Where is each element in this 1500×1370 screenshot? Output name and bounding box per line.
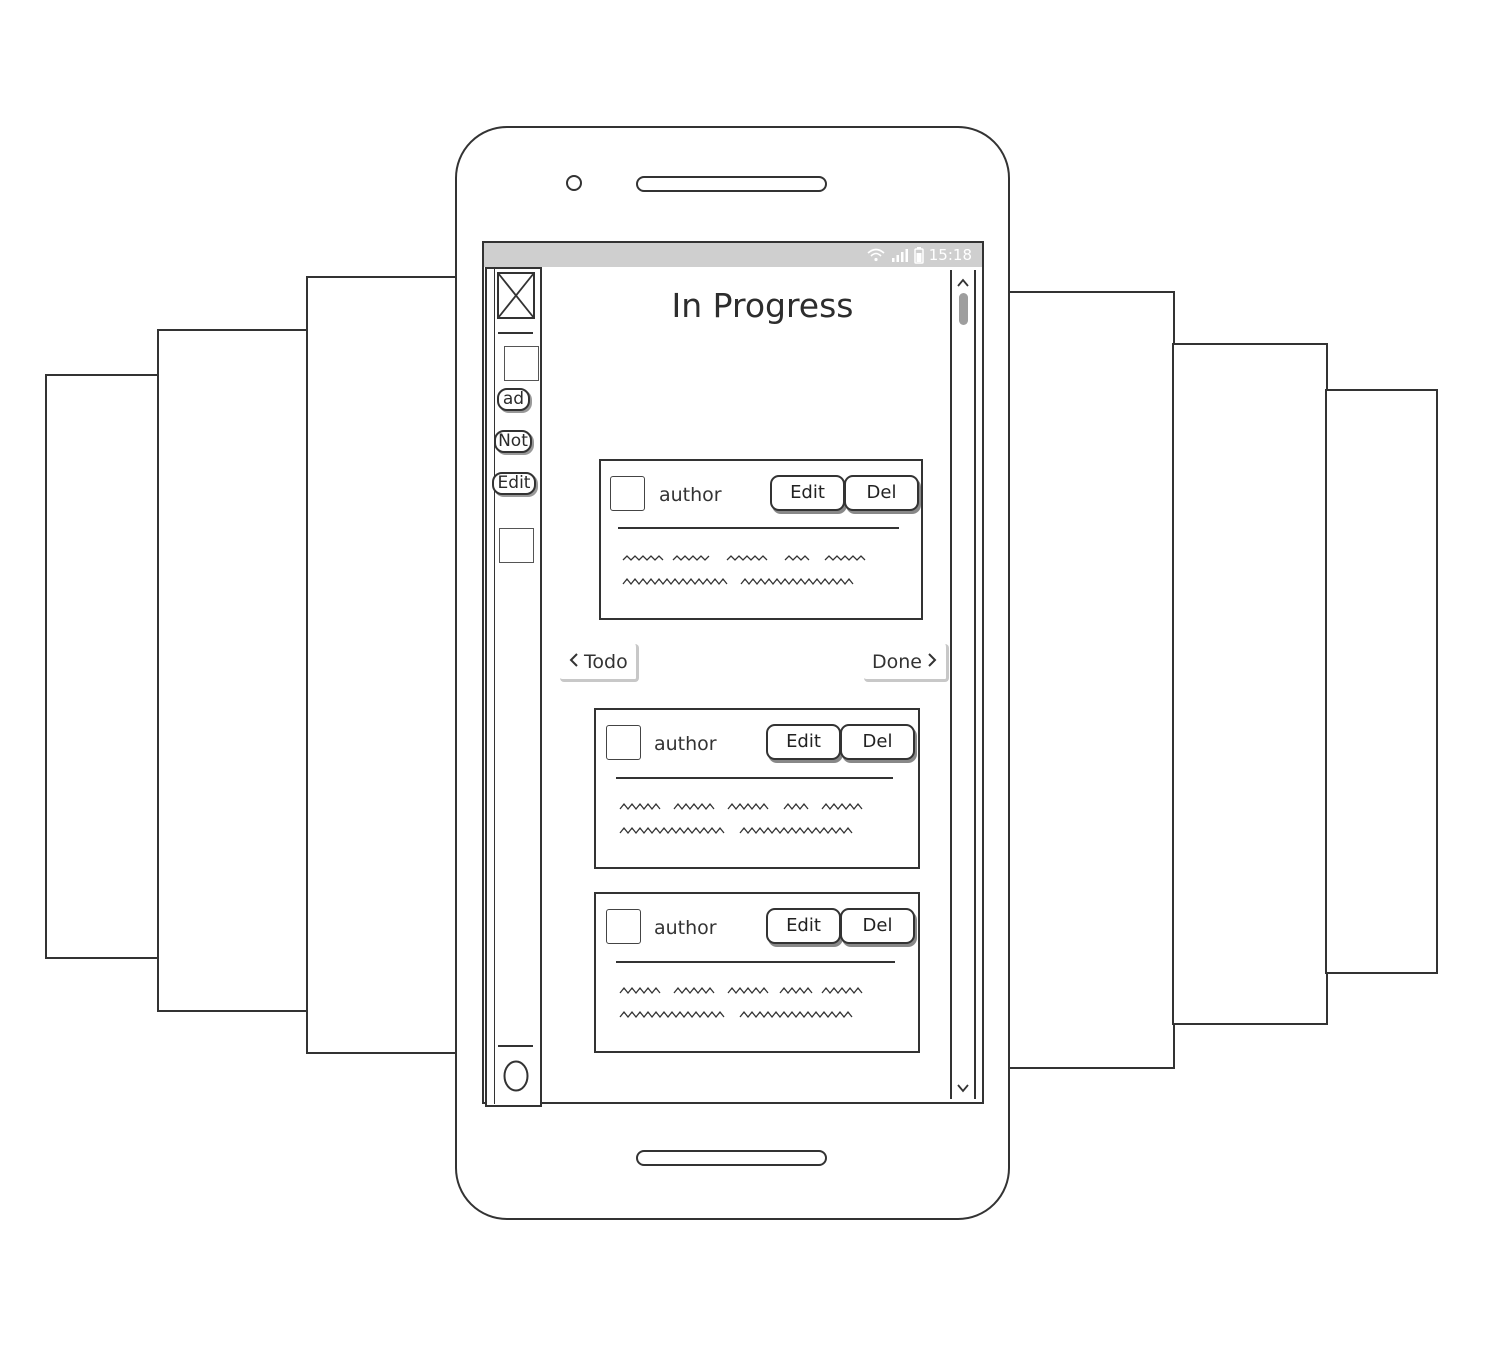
task-card: author Edit Del xyxy=(594,892,920,1053)
prev-todo-button[interactable]: Todo xyxy=(560,644,639,682)
background-panel-right-2 xyxy=(1172,343,1328,1025)
edit-button[interactable]: Edit xyxy=(766,724,841,760)
wifi-icon xyxy=(866,247,886,263)
background-panel-right-3 xyxy=(1325,389,1438,974)
text-placeholder-line xyxy=(619,826,853,835)
task-card: author Edit Del xyxy=(594,708,920,869)
next-label: Done xyxy=(872,650,922,673)
battery-icon xyxy=(914,246,924,264)
text-placeholder-line xyxy=(619,802,863,811)
bottom-speaker xyxy=(636,1150,827,1166)
text-placeholder-line xyxy=(619,986,863,995)
task-card: author Edit Del xyxy=(599,459,923,620)
scrollbar-thumb[interactable] xyxy=(959,293,968,325)
text-placeholder-line xyxy=(619,1010,853,1019)
delete-button[interactable]: Del xyxy=(844,475,919,511)
edit-button[interactable]: Edit xyxy=(766,908,841,944)
delete-button[interactable]: Del xyxy=(840,724,915,760)
next-done-button[interactable]: Done xyxy=(864,644,949,682)
card-divider xyxy=(618,527,899,529)
background-panel-left-1 xyxy=(306,276,458,1054)
chevron-right-icon xyxy=(926,644,938,680)
sidebar-divider xyxy=(498,332,533,334)
sidebar-not-button[interactable]: Not xyxy=(494,430,532,453)
sidebar-footer-divider xyxy=(498,1045,533,1047)
text-placeholder-line xyxy=(622,577,854,586)
scroll-down-icon[interactable] xyxy=(955,1080,971,1094)
chevron-left-icon xyxy=(568,644,580,680)
delete-button[interactable]: Del xyxy=(840,908,915,944)
background-panel-left-2 xyxy=(157,329,309,1012)
text-placeholder-line xyxy=(622,555,866,561)
signal-icon xyxy=(891,247,909,263)
task-checkbox[interactable] xyxy=(610,476,645,511)
task-author: author xyxy=(659,484,722,506)
page-title: In Progress xyxy=(671,286,854,325)
prev-label: Todo xyxy=(584,650,628,673)
task-author: author xyxy=(654,917,717,939)
front-camera xyxy=(566,175,582,191)
status-bar: 15:18 xyxy=(484,243,982,267)
sidebar-edit-button[interactable]: Edit xyxy=(492,472,536,495)
sidebar-ad-button[interactable]: ad xyxy=(497,388,530,411)
image-placeholder-icon xyxy=(497,272,535,319)
scroll-up-icon[interactable] xyxy=(955,275,971,289)
card-divider xyxy=(616,777,893,779)
top-speaker xyxy=(636,176,827,192)
task-checkbox[interactable] xyxy=(606,909,641,944)
status-time: 15:18 xyxy=(928,246,972,264)
sidebar-box-top[interactable] xyxy=(504,346,539,381)
task-checkbox[interactable] xyxy=(606,725,641,760)
sidebar-box-bottom[interactable] xyxy=(499,528,534,563)
circle-icon[interactable] xyxy=(502,1059,530,1093)
task-author: author xyxy=(654,733,717,755)
card-divider xyxy=(616,961,895,963)
edit-button[interactable]: Edit xyxy=(770,475,845,511)
scrollbar-track[interactable] xyxy=(950,270,976,1099)
background-panel-right-1 xyxy=(1007,291,1175,1069)
background-panel-left-3 xyxy=(45,374,161,959)
